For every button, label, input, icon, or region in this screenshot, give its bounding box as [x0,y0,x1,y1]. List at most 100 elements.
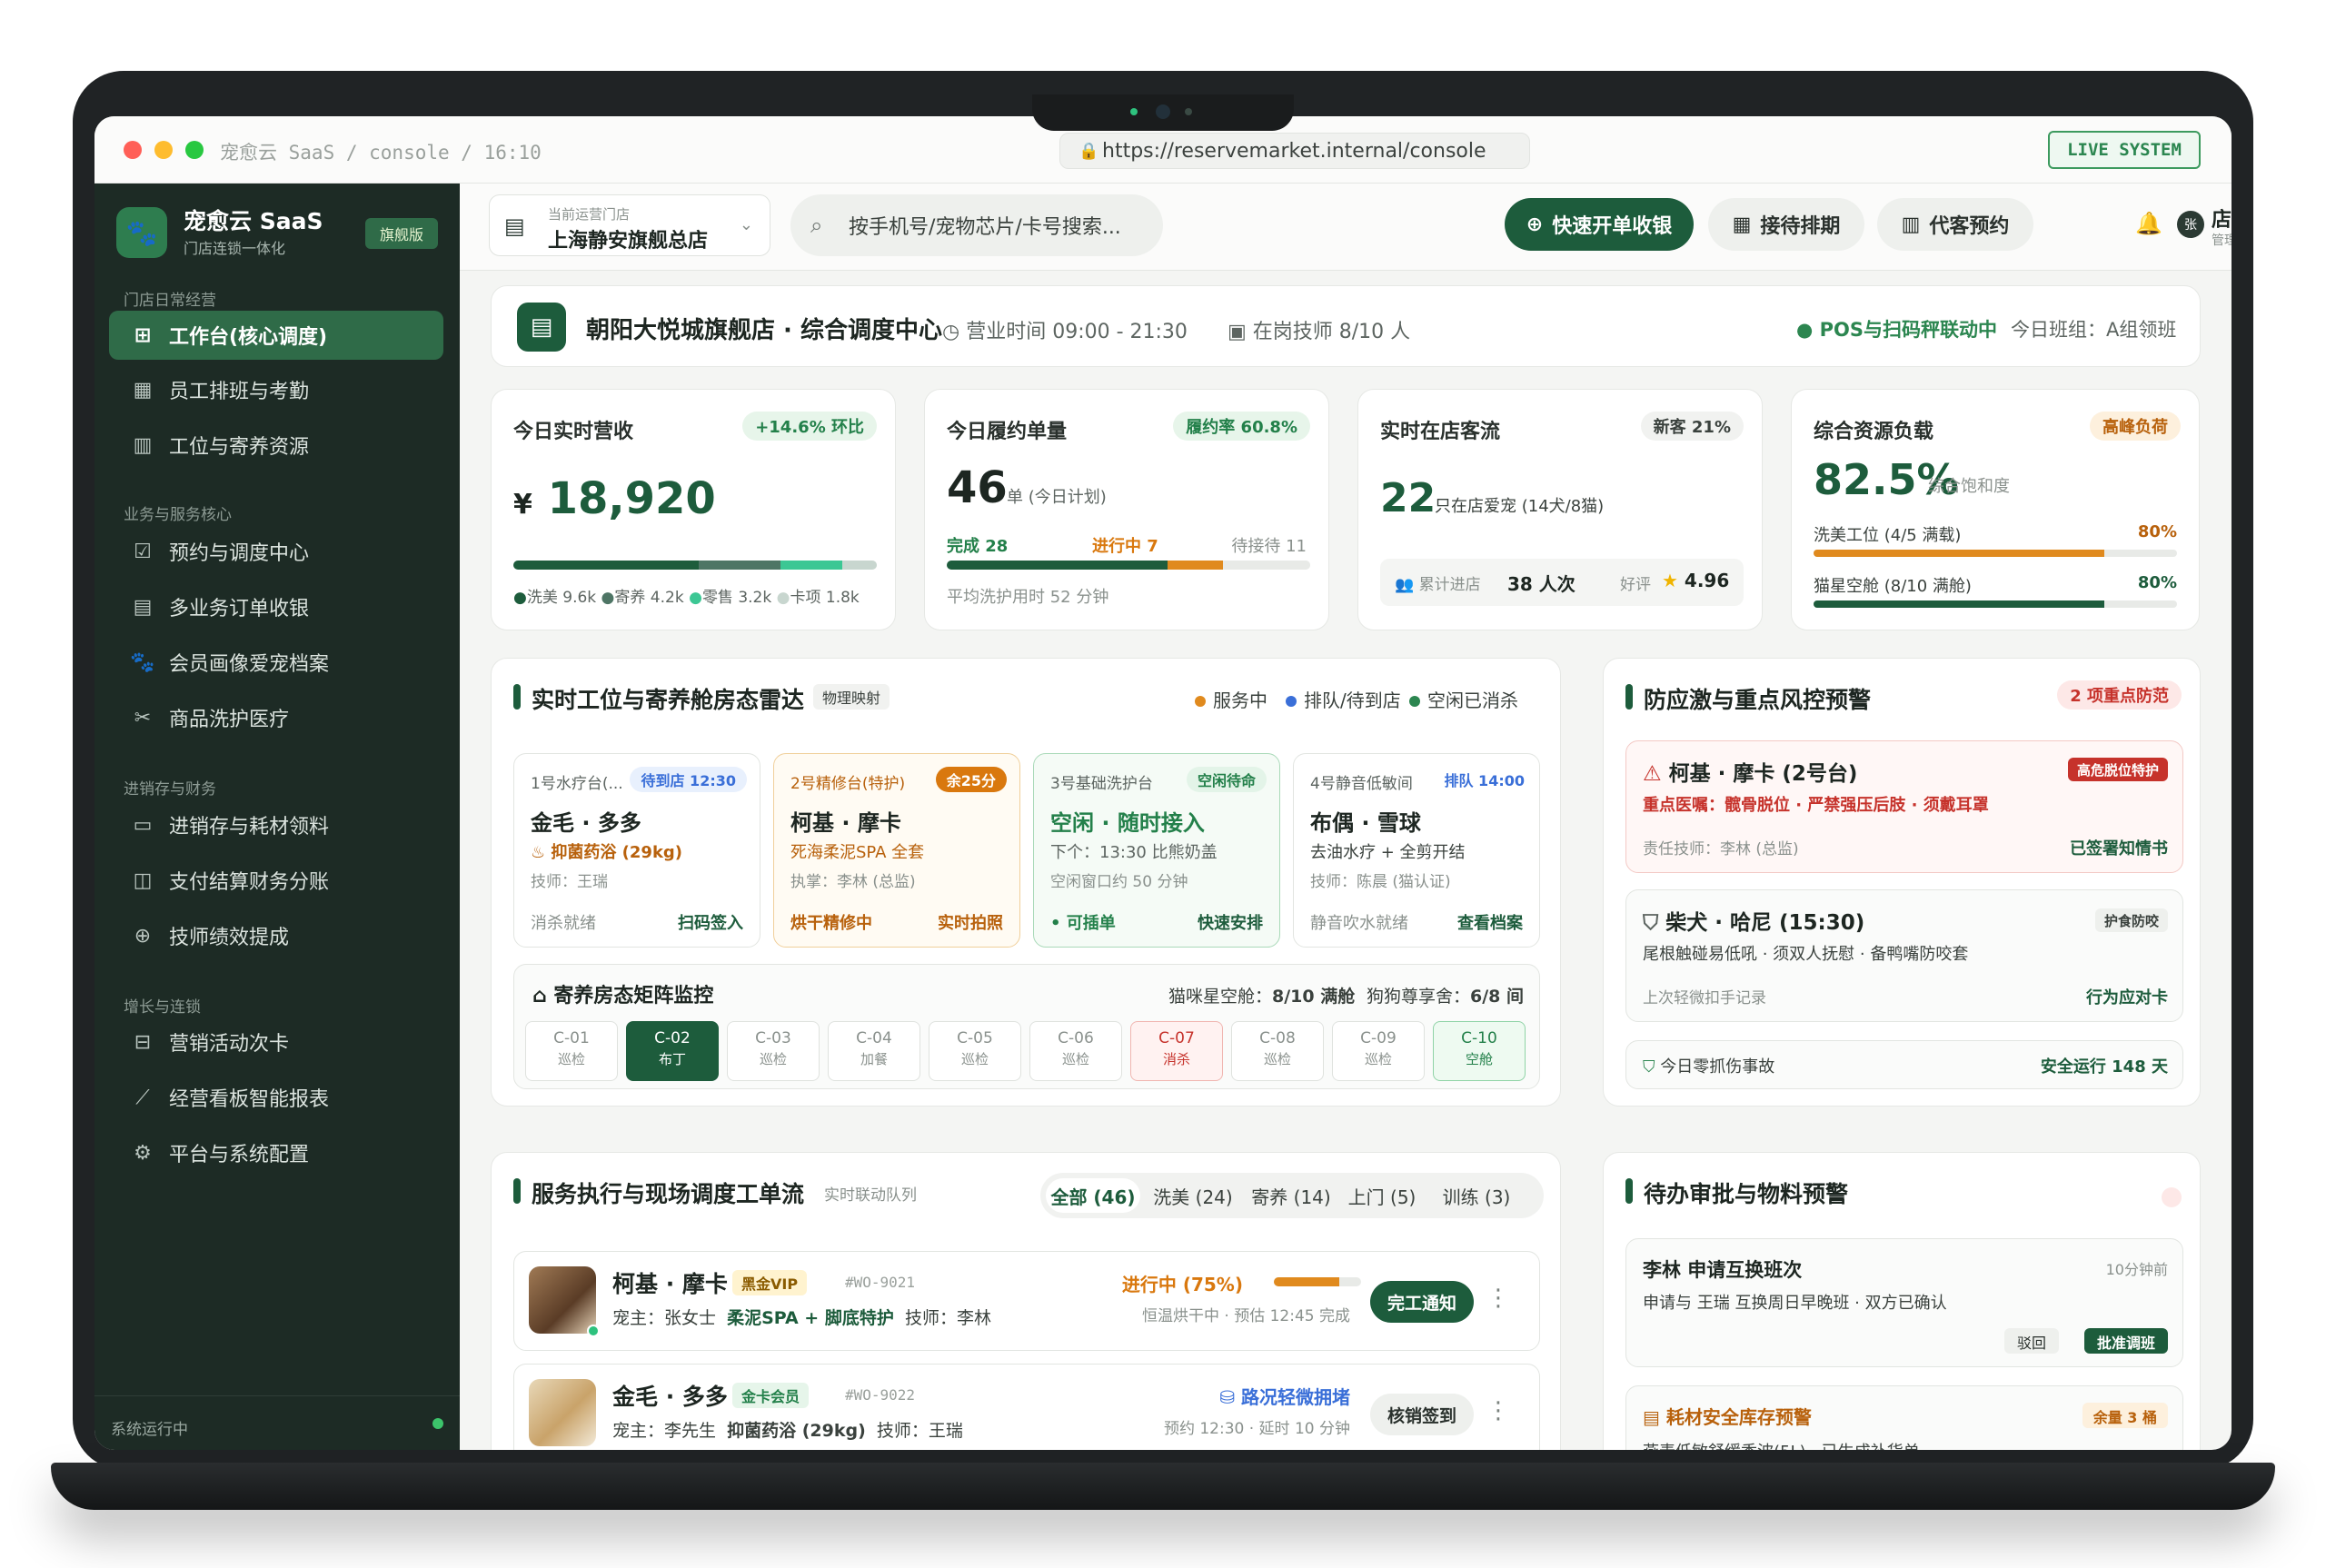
boarding-cell[interactable]: C-08 巡检 [1231,1021,1324,1081]
station-name: 4号静音低敏间 [1310,775,1413,793]
rating-value: 4.96 [1684,570,1730,591]
risk-action-link[interactable]: 已签署知情书 [2070,836,2168,859]
safety-label: ⛉ 今日零抓伤事故 [1643,1054,1774,1077]
station-card[interactable]: 3号基础洗护台 空闲待命 空闲 · 随时接入 下个：13:30 比熊奶盖 空闲窗… [1033,753,1280,948]
currency: ¥ [513,489,532,521]
box-icon: ▤ [1643,1406,1666,1428]
station-card[interactable]: 1号水疗台(... 待到店 12:30 金毛 · 多多 ♨ 抑菌药浴 (29kg… [513,753,760,948]
home-icon: ⌂ [532,985,554,1007]
station-action-link[interactable]: 扫码签入 [678,910,743,934]
kpi-title: 今日履约单量 [947,421,1068,443]
stock-alert-desc: 燕麦低敏舒缓香波(5L) · 已生成补货单 [1643,1439,1920,1450]
station-card[interactable]: 2号精修台(特护) 余25分 柯基 · 摩卡 死海柔泥SPA 全套 执掌：李林 … [773,753,1020,948]
boarding-cell[interactable]: C-05 巡检 [929,1021,1021,1081]
station-badge: 空闲待命 [1186,767,1267,792]
more-options-icon[interactable]: ⋮ [1486,1397,1510,1424]
dog-label: 狗狗尊享舍： [1367,987,1471,1007]
risk-pet: 柯基 · 摩卡 (2号台) [1668,762,1858,786]
station-name: 2号精修台(特护) [790,775,906,793]
kpi-revenue: 今日实时营收 +14.6% 环比 ¥ 18,920 ●洗美 9.6k ●寄养 4… [491,389,896,630]
more-options-icon[interactable]: ⋮ [1486,1285,1510,1312]
station-action-link[interactable]: 实时拍照 [938,910,1003,934]
boarding-cell[interactable]: C-06 巡检 [1029,1021,1122,1081]
section-title: 实时工位与寄养舱房态雷达 [513,682,804,715]
legend-item: 零售 3.2k [701,589,772,607]
tab-boarding[interactable]: 寄养 (14) [1246,1178,1337,1213]
table-row[interactable]: 柯基 · 摩卡 黑金VIP #WO-9021 宠主：张女士 柔泥SPA + 脚底… [513,1251,1540,1351]
cell-id: C-02 [654,1029,691,1047]
matrix-title: ⌂ 寄养房态矩阵监控 [532,979,713,1008]
station-card[interactable]: 4号静音低敏间 排队 14:00 布偶 · 雪球 去油水疗 + 全剪开结 技师：… [1293,753,1540,948]
laptop-base [51,1463,2275,1510]
order-status: ⛁ 路况轻微拥堵 [1219,1383,1350,1409]
cell-id: C-09 [1360,1029,1397,1047]
techs-text: 在岗技师 8/10 人 [1252,321,1411,343]
order-progress-bar [1274,1277,1361,1286]
cell-status: 巡检 [1263,1051,1291,1067]
complete-notify-button[interactable]: 完工通知 [1370,1281,1474,1323]
station-name: 1号水疗台(... [531,775,623,793]
section-title: 服务执行与现场调度工单流 [513,1176,804,1209]
tab-home-visit[interactable]: 上门 (5) [1344,1178,1420,1213]
revenue-split-bar [513,561,877,570]
stock-alert-title-text: 耗材安全库存预警 [1665,1406,1812,1428]
dog-capacity: 狗狗尊享舍：6/8 间 [1367,983,1524,1007]
approve-button[interactable]: 批准调班 [2083,1328,2168,1354]
service: 抑菌药浴 (29kg) [727,1421,866,1441]
unread-dot-icon [2162,1187,2182,1207]
tab-grooming[interactable]: 洗美 (24) [1148,1178,1238,1213]
tab-all[interactable]: 全部 (46) [1046,1178,1140,1213]
approvals-panel: 待办审批与物料预警 李林 申请互换班次 10分钟前 申请与 王瑞 互换周日早晚班… [1603,1152,2201,1450]
boarding-cell[interactable]: C-01 巡检 [525,1021,618,1081]
online-dot-icon [587,1325,600,1337]
boarding-cell[interactable]: C-04 加餐 [828,1021,920,1081]
cell-id: C-04 [856,1029,892,1047]
waiting-count: 待接待 11 [1231,537,1307,556]
shift-info: 今日班组：A组领班 [2011,319,2177,341]
cell-status: 巡检 [960,1051,989,1067]
boarding-cell[interactable]: C-03 巡检 [727,1021,820,1081]
risk-panel: 防应激与重点风控预警 2 项重点防范 ⚠ 柯基 · 摩卡 (2号台) 高危脱位特… [1603,658,2201,1107]
revenue-legend: ●洗美 9.6k ●寄养 4.2k ●零售 3.2k ●卡项 1.8k [513,589,860,607]
table-row[interactable]: 金毛 · 多多 金卡会员 #WO-9022 宠主：李先生 抑菌药浴 (29kg)… [513,1364,1540,1450]
approval-card[interactable]: 李林 申请互换班次 10分钟前 申请与 王瑞 互换周日早晚班 · 双方已确认 驳… [1625,1238,2183,1367]
legend-item: 寄养 4.2k [614,589,684,607]
cell-id: C-10 [1461,1029,1497,1047]
kpi-title: 实时在店客流 [1380,421,1501,443]
boarding-cell[interactable]: C-10 空舱 [1433,1021,1526,1081]
risk-card-medium[interactable]: ⛉ 柴犬 · 哈尼 (15:30) 护食防咬 尾根触碰易低吼 · 须双人抚慰 ·… [1625,889,2183,1022]
boarding-cell[interactable]: C-07 消杀 [1130,1021,1223,1081]
star-icon: ★ [1662,570,1678,591]
orders-segment [1168,561,1224,570]
section-title-text: 防应激与重点风控预警 [1644,687,1872,713]
order-status-text: 路况轻微拥堵 [1241,1386,1350,1408]
pet-name: 空闲 · 随时接入 [1050,810,1205,836]
kpi-badge: +14.6% 环比 [742,412,877,441]
order-eta: 预约 12:30 · 延时 10 分钟 [1163,1420,1350,1438]
tech: 技师：李林 [904,1308,991,1328]
check-in-button[interactable]: 核销签到 [1370,1394,1474,1435]
store-icon: ▤ [517,303,566,352]
risk-title: ⚠ 柯基 · 摩卡 (2号台) [1643,756,1857,787]
done-count: 完成 28 [947,537,1009,556]
tab-training[interactable]: 训练 (3) [1429,1178,1524,1213]
stock-alert-card[interactable]: ▤ 耗材安全库存预警 余量 3 桶 燕麦低敏舒缓香波(5L) · 已生成补货单 [1625,1385,2183,1450]
kpi-unit: 只在店爱宠 (14犬/8猫) [1435,497,1605,516]
visits-value: 38 人次 [1507,573,1576,595]
tech: 技师：陈晨 (猫认证) [1310,873,1451,891]
reject-button[interactable]: 驳回 [2003,1328,2059,1354]
risk-action-link[interactable]: 行为应对卡 [2086,985,2168,1008]
traffic-summary: 👥 累计进店 38 人次 好评 ★ 4.96 [1380,559,1744,606]
kpi-unit: 单 (今日计划) [1007,488,1107,507]
boarding-cell[interactable]: C-09 巡检 [1332,1021,1425,1081]
station-action-link[interactable]: 查看档案 [1457,910,1523,934]
hours: ◷ 营业时间 09:00 - 21:30 [942,315,1188,344]
service: 柔泥SPA + 脚底特护 [727,1308,894,1328]
boarding-cell[interactable]: C-02 布丁 [626,1021,719,1081]
station-status: 烘干精修中 [790,914,872,933]
risk-card-high[interactable]: ⚠ 柯基 · 摩卡 (2号台) 高危脱位特护 重点医嘱：髋骨脱位 · 严禁强压后… [1625,740,2183,873]
boarding-matrix: ⌂ 寄养房态矩阵监控 猫咪星空舱：8/10 满舱 狗狗尊享舍：6/8 间 C-0… [513,964,1540,1089]
station-action-link[interactable]: 快速安排 [1198,910,1263,934]
work-order-tabs: 全部 (46) 洗美 (24) 寄养 (14) 上门 (5) 训练 (3) [1040,1173,1544,1218]
visits-label: 👥 累计进店 [1395,576,1481,594]
